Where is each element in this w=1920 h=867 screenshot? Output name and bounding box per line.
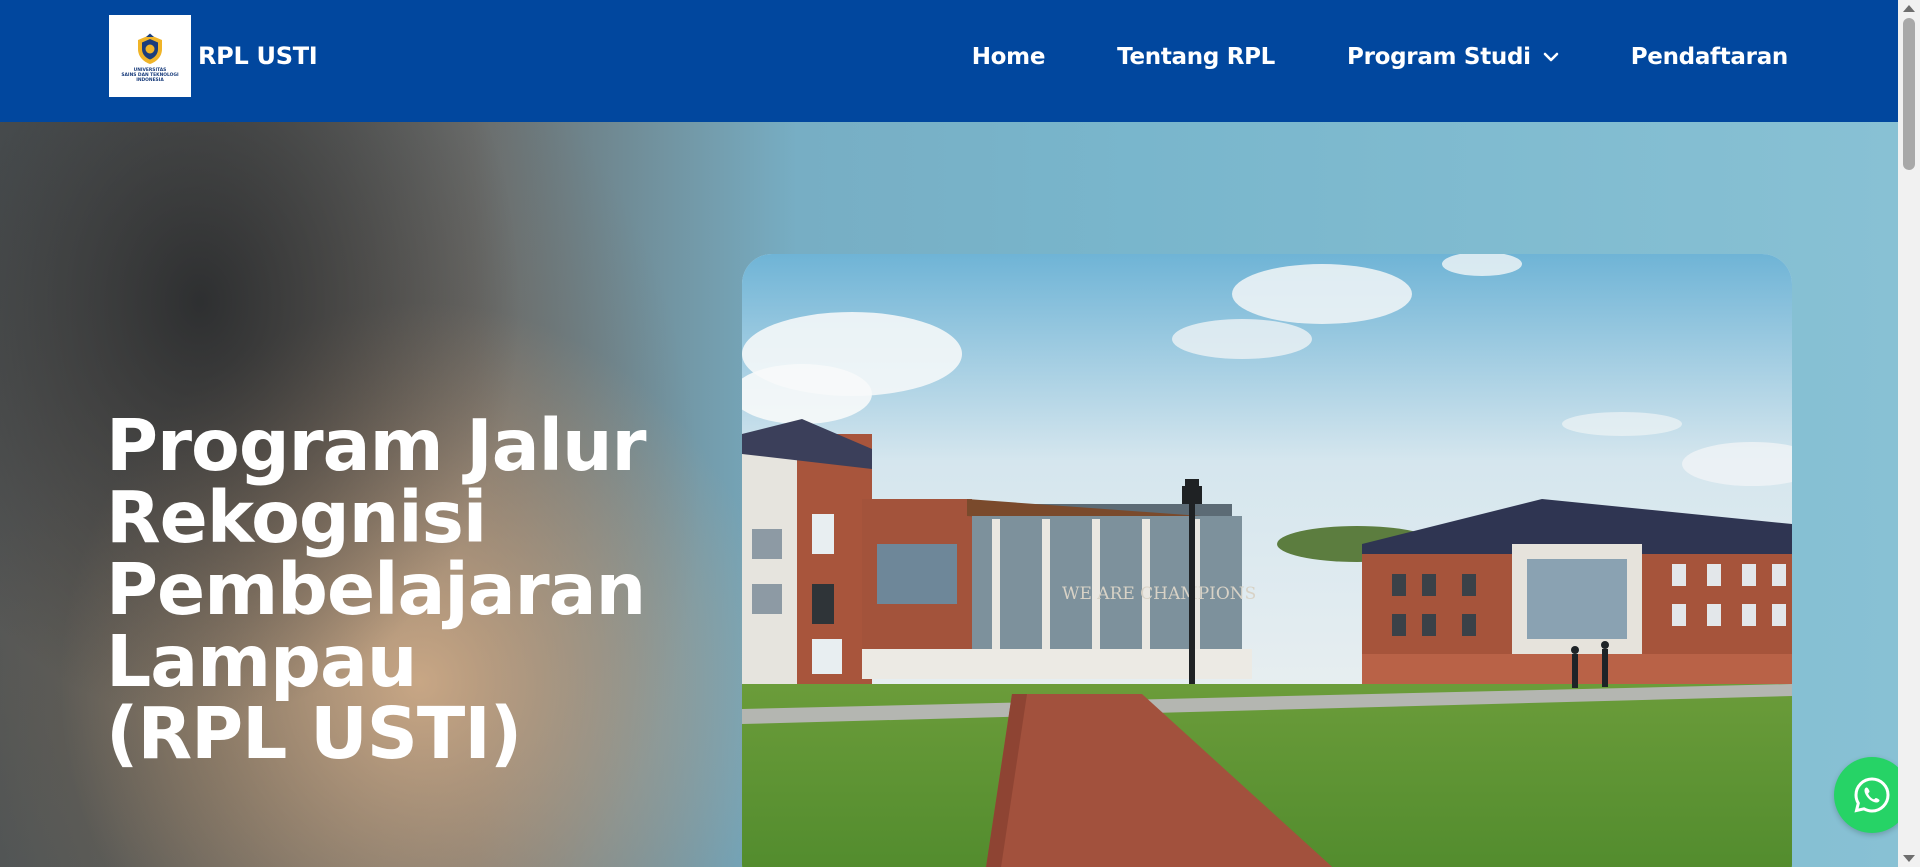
campus-building-photo: WE ARE CHAMPIONS: [742, 254, 1792, 867]
page-scrollbar[interactable]: [1898, 0, 1920, 867]
logo[interactable]: UNIVERSITAS SAINS DAN TEKNOLOGI INDONESI…: [109, 15, 191, 97]
nav-tentang-rpl[interactable]: Tentang RPL: [1117, 44, 1275, 70]
chevron-down-icon: [1543, 52, 1559, 62]
brand-name[interactable]: RPL USTI: [198, 42, 318, 70]
nav-pendaftaran[interactable]: Pendaftaran: [1630, 43, 1789, 70]
hero-title: Program Jalur Rekognisi Pembelajaran Lam…: [106, 410, 726, 770]
nav-program-studi-dropdown[interactable]: Program Studi: [1347, 44, 1559, 70]
nav-home[interactable]: Home: [971, 43, 1046, 70]
scroll-down-arrow[interactable]: [1903, 855, 1915, 862]
nav-tentang-rpl-label: Tentang RPL: [1117, 43, 1276, 70]
nav-home-label: Home: [971, 43, 1046, 70]
hero-section: Program Jalur Rekognisi Pembelajaran Lam…: [0, 122, 1898, 867]
university-crest-icon: [138, 33, 162, 64]
hero-title-line: (RPL USTI): [106, 692, 522, 775]
hero-title-line: Lampau: [106, 620, 417, 703]
building-sign-text: WE ARE CHAMPIONS: [1062, 584, 1256, 604]
logo-line: INDONESIA: [136, 78, 164, 83]
scroll-up-arrow[interactable]: [1903, 5, 1915, 12]
whatsapp-icon: [1854, 777, 1890, 813]
hero-title-line: Pembelajaran: [106, 548, 646, 631]
main-nav: Home Tentang RPL Program Studi Pendaftar…: [971, 0, 1789, 113]
hero-title-line: Program Jalur: [106, 404, 647, 487]
nav-pendaftaran-label: Pendaftaran: [1630, 43, 1789, 70]
hero-title-line: Rekognisi: [106, 476, 487, 559]
nav-program-studi-label: Program Studi: [1347, 43, 1531, 70]
logo-text: UNIVERSITAS SAINS DAN TEKNOLOGI INDONESI…: [121, 68, 178, 83]
site-header: UNIVERSITAS SAINS DAN TEKNOLOGI INDONESI…: [0, 0, 1898, 122]
scroll-thumb[interactable]: [1903, 18, 1915, 170]
brand[interactable]: UNIVERSITAS SAINS DAN TEKNOLOGI INDONESI…: [109, 15, 318, 97]
